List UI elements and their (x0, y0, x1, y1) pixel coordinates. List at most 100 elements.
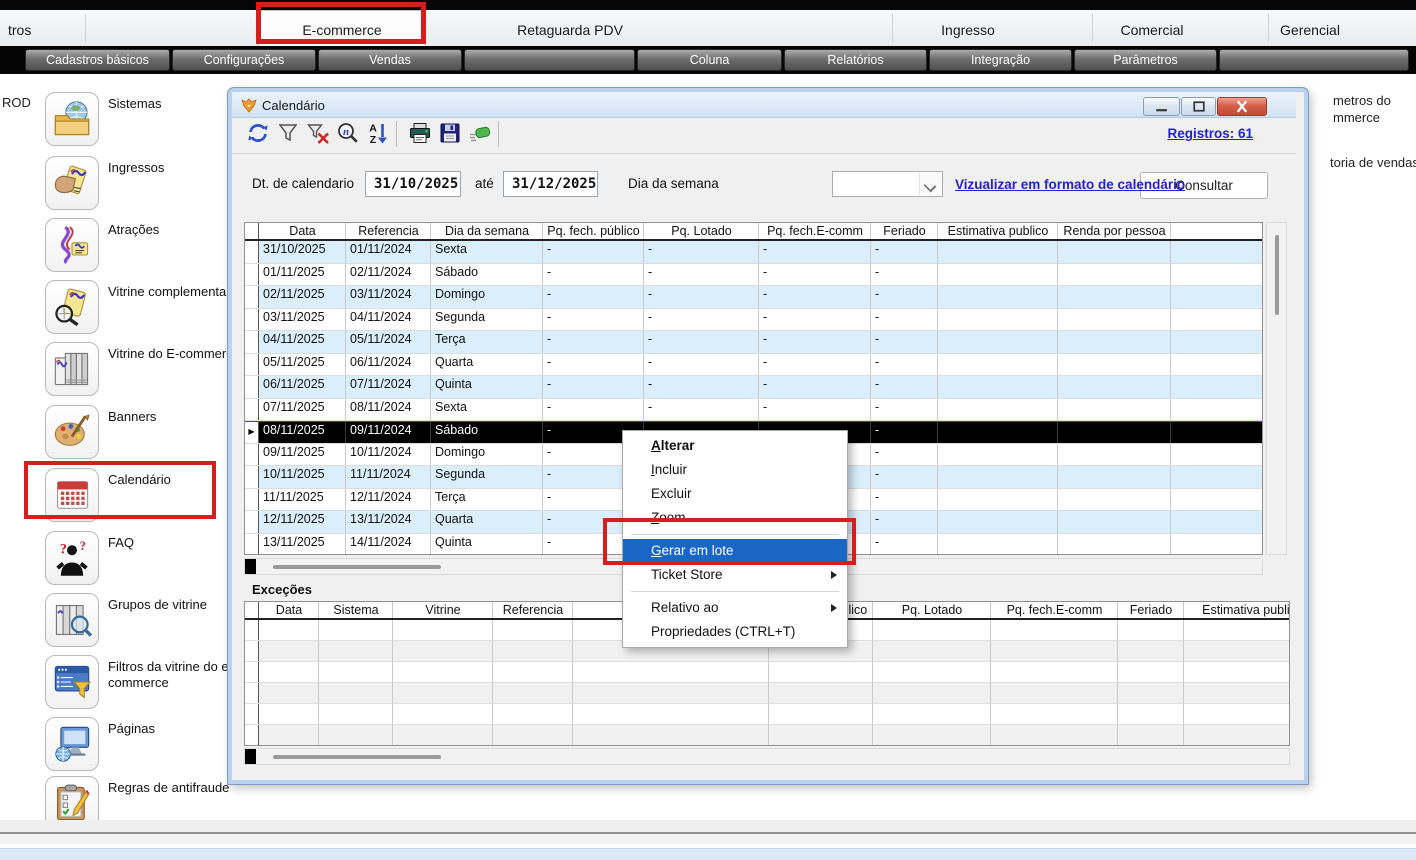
table-cell (573, 662, 769, 682)
table-row[interactable]: 31/10/202501/11/2024Sexta---- (245, 241, 1262, 264)
tab-separator (1092, 14, 1093, 42)
print-icon[interactable] (408, 121, 432, 145)
context-menu-item-alterar[interactable]: Alterar (623, 434, 847, 458)
sidebar-item-label: Vitrine complementar (108, 284, 242, 300)
search-n-icon[interactable]: n (336, 121, 360, 145)
table-cell (1058, 399, 1171, 421)
table-cell (1184, 641, 1290, 661)
table-cell (1171, 376, 1263, 398)
sidebar-item-vitrine-complementar[interactable] (45, 280, 99, 334)
scrollbar-thumb[interactable] (273, 565, 441, 569)
sidebar-item-grupos-de-vitrine[interactable] (45, 593, 99, 647)
window-title-bar[interactable]: Calendário (232, 92, 1296, 118)
context-menu-item-gerar-em-lote[interactable]: Gerar em lote (623, 539, 847, 563)
table-row[interactable]: 01/11/202502/11/2024Sábado---- (245, 264, 1262, 287)
table-cell (1118, 725, 1184, 745)
table-cell: - (871, 489, 938, 511)
date-to-input[interactable]: 31/12/2025 (503, 171, 598, 197)
table-cell (769, 725, 873, 745)
table-cell: - (871, 331, 938, 353)
tab-gerencial[interactable]: Gerencial (1280, 22, 1340, 38)
context-menu-item-incluir[interactable]: Incluir (623, 458, 847, 482)
table-row[interactable] (245, 704, 1289, 725)
table-cell (873, 683, 991, 703)
table-row[interactable]: 02/11/202503/11/2024Domingo---- (245, 286, 1262, 309)
table-row[interactable] (245, 683, 1289, 704)
sidebar-item-faq[interactable]: ?? (45, 531, 99, 585)
table-row[interactable]: 05/11/202506/11/2024Quarta---- (245, 354, 1262, 377)
tab-comercial[interactable]: Comercial (1120, 22, 1183, 38)
table-row[interactable] (245, 725, 1289, 746)
table-cell: 07/11/2025 (259, 399, 346, 421)
sidebar-item-calendario[interactable] (45, 468, 99, 522)
sidebar-item-ingressos[interactable] (45, 156, 99, 210)
table-cell (1058, 241, 1171, 263)
tab-e-commerce[interactable]: E-commerce (302, 22, 381, 38)
column-header: Data (259, 223, 346, 239)
window-title: Calendário (262, 98, 325, 113)
table-row[interactable]: 04/11/202505/11/2024Terça---- (245, 331, 1262, 354)
sidebar-item-filtros-da-vitrine-do-e-commerce[interactable] (45, 655, 99, 709)
sidebar-item-vitrine-do-e-commerce[interactable] (45, 342, 99, 396)
row-indicator (245, 662, 259, 682)
tab-tros[interactable]: tros (8, 22, 31, 38)
sidebar-item-paginas[interactable] (45, 717, 99, 771)
vertical-scrollbar[interactable] (1266, 222, 1287, 555)
table-cell (319, 620, 393, 640)
table-cell: 06/11/2024 (346, 354, 431, 376)
menubar-item-blank[interactable] (464, 49, 635, 71)
menubar-item-cadastros-basicos[interactable]: Cadastros básicos (25, 49, 170, 71)
sort-az-icon[interactable]: AZ (366, 121, 390, 145)
table-cell: 03/11/2024 (346, 286, 431, 308)
save-icon[interactable] (438, 121, 462, 145)
sidebar-item-sistemas[interactable] (45, 92, 99, 146)
minimize-button[interactable] (1143, 97, 1180, 116)
context-menu-item-relativo-ao[interactable]: Relativo ao (623, 596, 847, 620)
weekday-select[interactable] (832, 171, 943, 197)
horizontal-scrollbar[interactable] (244, 748, 1290, 765)
scrollbar-thumb[interactable] (1275, 235, 1279, 315)
menubar-item-parametros[interactable]: Parâmetros (1074, 49, 1217, 71)
table-row[interactable]: 03/11/202504/11/2024Segunda---- (245, 309, 1262, 332)
table-cell (873, 662, 991, 682)
tab-separator (892, 14, 893, 42)
table-row[interactable]: 07/11/202508/11/2024Sexta---- (245, 399, 1262, 422)
clear-filter-icon[interactable] (306, 121, 330, 145)
table-cell: - (871, 534, 938, 556)
calendar-view-link[interactable]: Vizualizar em formato de calendário (955, 177, 1185, 192)
sidebar-item-banners[interactable] (45, 405, 99, 459)
sidebar-item-atracoes[interactable] (45, 218, 99, 272)
table-row[interactable] (245, 662, 1289, 683)
row-indicator (245, 331, 259, 353)
menubar-item-coluna[interactable]: Coluna (637, 49, 782, 71)
maximize-button[interactable] (1181, 97, 1216, 116)
menubar-item-vendas[interactable]: Vendas (318, 49, 462, 71)
context-menu-item-zoom[interactable]: Zoom (623, 506, 847, 530)
close-button[interactable] (1217, 97, 1267, 116)
context-menu-item-ticket-store[interactable]: Ticket Store (623, 563, 847, 587)
menubar-item-blank[interactable] (1219, 49, 1409, 71)
registros-link[interactable]: Registros: 61 (1167, 126, 1253, 141)
menubar-item-configuracoes[interactable]: Configurações (172, 49, 316, 71)
table-cell (991, 725, 1118, 745)
menubar-item-integracao[interactable]: Integração (929, 49, 1072, 71)
refresh-icon[interactable] (246, 121, 270, 145)
column-header: Feriado (1118, 602, 1184, 618)
table-cell: Sexta (431, 241, 543, 263)
menubar-item-relatorios[interactable]: Relatórios (784, 49, 927, 71)
table-cell (259, 641, 319, 661)
filter-icon[interactable] (276, 121, 300, 145)
tab-retaguarda-pdv[interactable]: Retaguarda PDV (517, 22, 623, 38)
sidebar-item-label: Calendário (108, 472, 242, 488)
date-from-input[interactable]: 31/10/2025 (365, 171, 461, 197)
scrollbar-thumb[interactable] (273, 755, 441, 759)
tab-ingresso[interactable]: Ingresso (941, 22, 995, 38)
chevron-down-icon[interactable] (919, 173, 941, 195)
column-header (1171, 223, 1263, 239)
eraser-icon[interactable] (468, 121, 492, 145)
table-cell (1171, 264, 1263, 286)
table-row[interactable]: 06/11/202507/11/2024Quinta---- (245, 376, 1262, 399)
context-menu-item-propriedades-ctrl-t[interactable]: Propriedades (CTRL+T) (623, 620, 847, 644)
paginas-icon (52, 724, 92, 764)
context-menu-item-excluir[interactable]: Excluir (623, 482, 847, 506)
